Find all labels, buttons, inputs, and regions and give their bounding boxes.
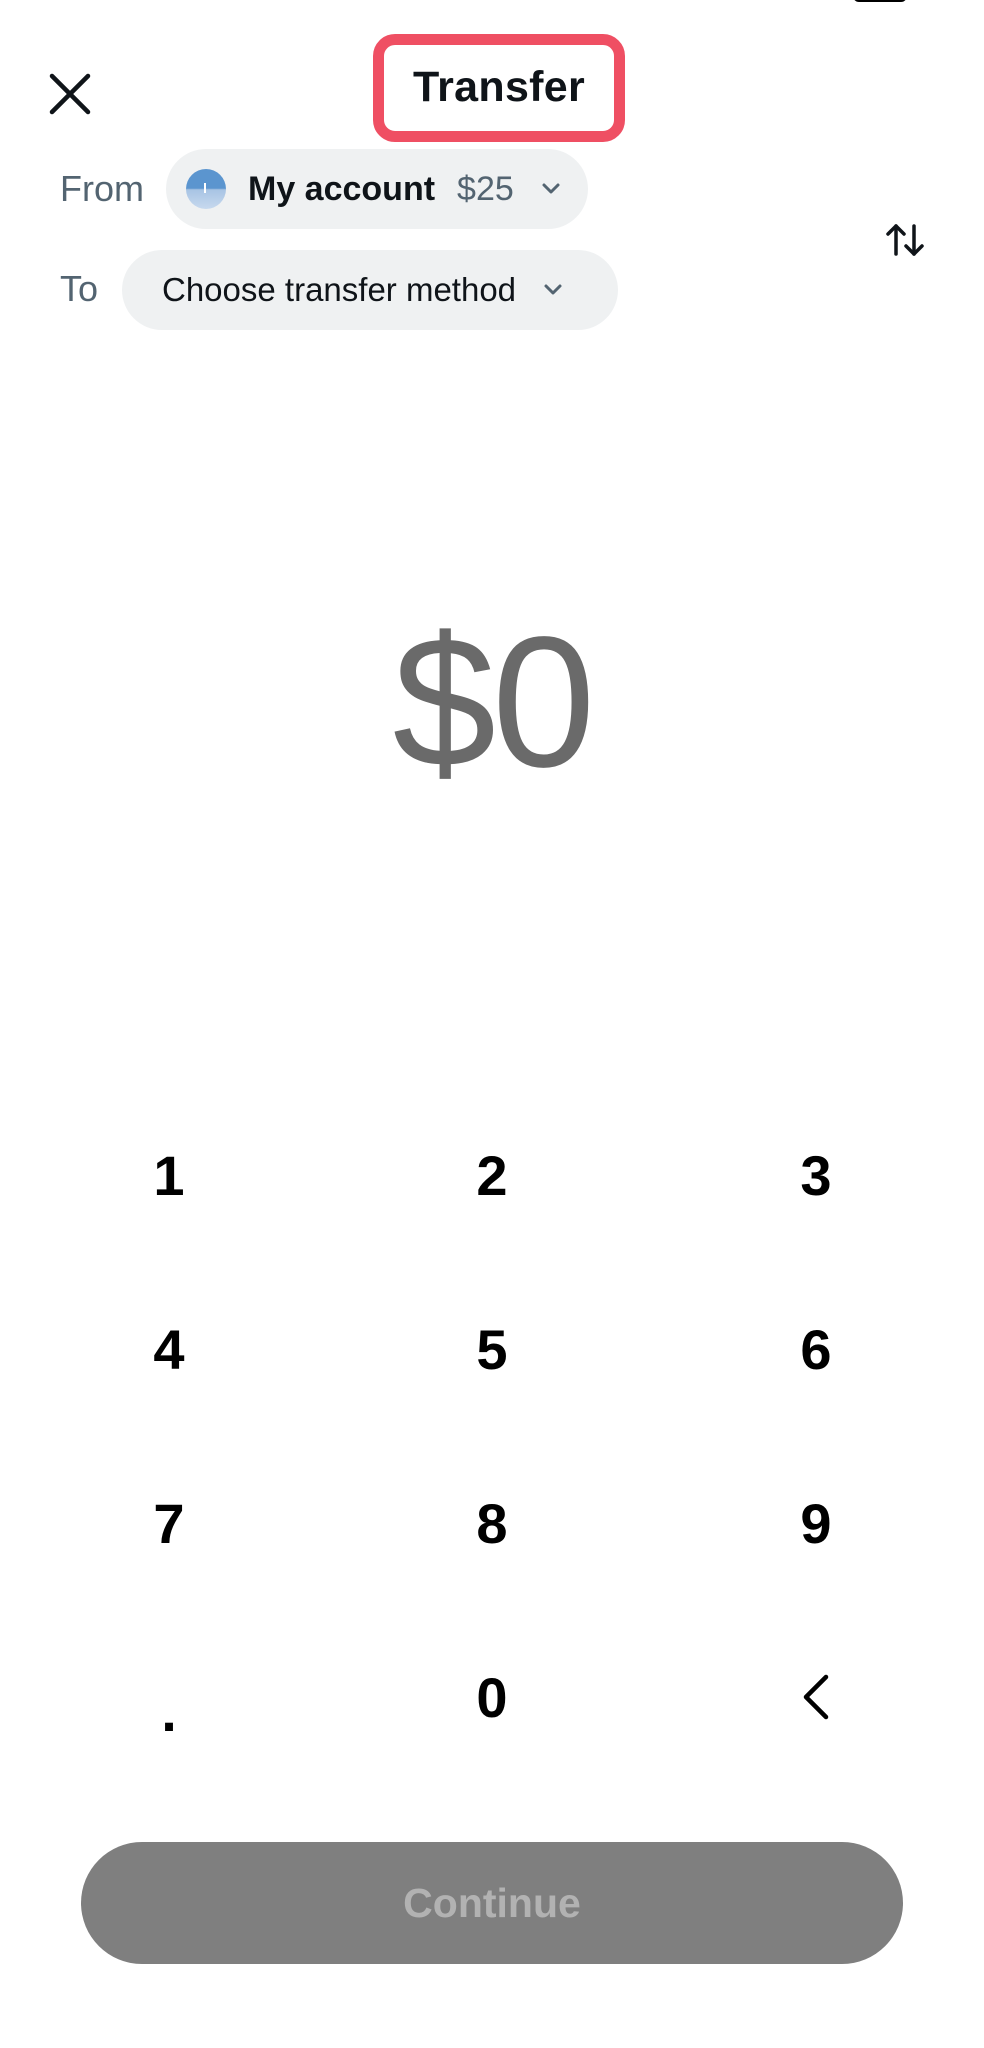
backspace-chevron-icon (803, 1674, 829, 1720)
amount-display: $0 (392, 599, 596, 806)
swap-direction-button[interactable] (880, 218, 930, 262)
transfer-method-placeholder: Choose transfer method (162, 271, 517, 308)
keypad-key-0[interactable]: 0 (392, 1632, 592, 1762)
keypad-key-3[interactable]: 3 (716, 1110, 916, 1240)
page-title: Transfer (412, 62, 586, 111)
keypad-key-decimal[interactable]: . (69, 1632, 269, 1762)
account-name: My account (248, 169, 436, 208)
keypad-key-7[interactable]: 7 (69, 1458, 269, 1588)
from-account-selector[interactable]: My account $25 (166, 149, 588, 229)
keypad-key-2[interactable]: 2 (392, 1110, 592, 1240)
to-label: To (60, 268, 99, 309)
keypad-key-6[interactable]: 6 (716, 1284, 916, 1414)
title-highlight-box: Transfer (373, 34, 625, 142)
keypad-key-8[interactable]: 8 (392, 1458, 592, 1588)
close-button[interactable] (40, 64, 100, 124)
account-avatar (186, 169, 226, 209)
keypad-key-4[interactable]: 4 (69, 1284, 269, 1414)
swap-arrows-icon (886, 224, 924, 256)
chevron-down-icon (540, 178, 562, 200)
account-balance: $25 (457, 169, 514, 208)
keypad-key-backspace[interactable] (716, 1632, 916, 1762)
keypad-key-9[interactable]: 9 (716, 1458, 916, 1588)
keypad-key-5[interactable]: 5 (392, 1284, 592, 1414)
battery-icon (853, 0, 907, 2)
from-label: From (60, 168, 144, 209)
status-bar-remnant-icon (160, 0, 208, 2)
close-icon (49, 73, 91, 115)
chevron-down-icon (542, 279, 564, 301)
continue-button[interactable]: Continue (81, 1842, 903, 1964)
transfer-method-selector[interactable]: Choose transfer method (122, 250, 618, 330)
status-bar (0, 0, 984, 10)
keypad-key-1[interactable]: 1 (69, 1110, 269, 1240)
